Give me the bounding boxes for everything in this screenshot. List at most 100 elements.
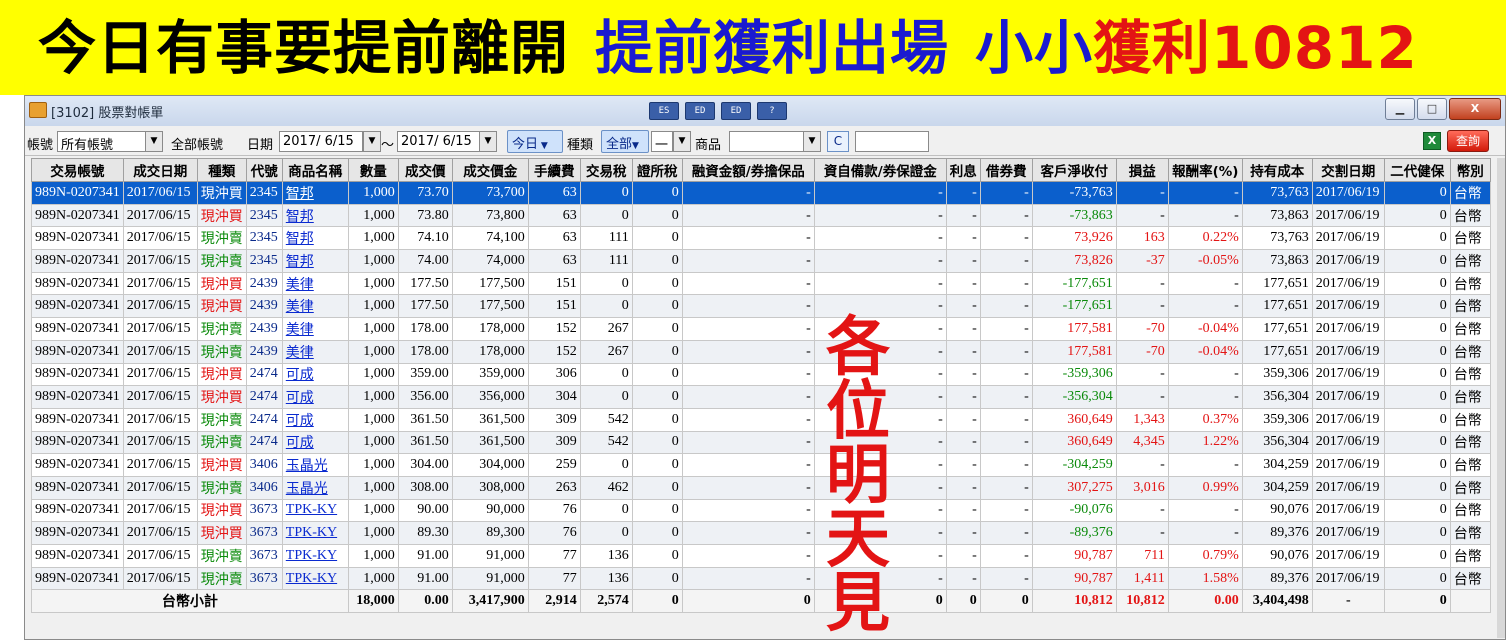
- table-cell[interactable]: 智邦: [281, 181, 349, 205]
- product-code-input[interactable]: [855, 131, 929, 152]
- layout-button-1-label: ES: [658, 106, 670, 116]
- maximize-button[interactable]: □: [1417, 98, 1447, 120]
- table-cell[interactable]: 美律: [281, 271, 349, 296]
- column-header[interactable]: 成交日期: [122, 158, 198, 182]
- table-cell[interactable]: 玉晶光: [281, 453, 349, 477]
- column-header[interactable]: 客戶淨收付: [1031, 158, 1117, 182]
- table-cell: 989N-0207341: [31, 271, 124, 296]
- table-row[interactable]: 989N-0207341 2017/06/15 現沖賣 2345 智邦 1,000 74.1…: [31, 226, 1491, 251]
- table-row[interactable]: 989N-0207341 2017/06/15 現沖賣 2474 可成 1,000 361.…: [31, 430, 1491, 455]
- table-cell[interactable]: 美律: [281, 339, 349, 364]
- table-cell: 2017/06/19: [1311, 430, 1385, 455]
- table-cell[interactable]: 智邦: [281, 226, 349, 251]
- c-button[interactable]: C: [827, 131, 849, 152]
- column-header[interactable]: 商品名稱: [281, 158, 349, 182]
- sub-type-select[interactable]: 一: [651, 131, 673, 152]
- table-row[interactable]: 989N-0207341 2017/06/15 現沖賣 2439 美律 1,000 178.…: [31, 339, 1491, 364]
- table-cell[interactable]: TPK-KY: [281, 498, 349, 523]
- column-header[interactable]: 利息: [945, 158, 981, 182]
- table-cell[interactable]: 玉晶光: [281, 475, 349, 500]
- help-button[interactable]: ?: [757, 102, 787, 120]
- table-cell[interactable]: TPK-KY: [281, 521, 349, 545]
- table-row[interactable]: 989N-0207341 2017/06/15 現沖賣 2439 美律 1,000 178.…: [31, 317, 1491, 341]
- table-row[interactable]: 989N-0207341 2017/06/15 現沖賣 2345 智邦 1,000 74.0…: [31, 249, 1491, 273]
- column-header[interactable]: 借券費: [979, 158, 1033, 182]
- table-cell: -: [681, 294, 815, 319]
- today-button[interactable]: 今日 ▼: [507, 130, 563, 153]
- sub-type-dropdown-icon[interactable]: ▼: [673, 131, 691, 152]
- table-cell[interactable]: TPK-KY: [281, 566, 349, 591]
- excel-icon[interactable]: X: [1423, 132, 1441, 150]
- date-to-input[interactable]: 2017/ 6/15: [397, 131, 481, 152]
- column-header[interactable]: 交割日期: [1311, 158, 1385, 182]
- type-select[interactable]: 全部▼: [601, 130, 649, 153]
- table-cell[interactable]: 美律: [281, 294, 349, 319]
- table-cell: 989N-0207341: [31, 544, 124, 568]
- table-row[interactable]: 989N-0207341 2017/06/15 現沖賣 3673 TPK-KY 1,000…: [31, 566, 1491, 591]
- column-header[interactable]: 損益: [1115, 158, 1169, 182]
- table-cell[interactable]: 可成: [281, 385, 349, 409]
- vertical-scrollbar[interactable]: [1497, 158, 1505, 638]
- table-row[interactable]: 989N-0207341 2017/06/15 現沖賣 2474 可成 1,000 361.…: [31, 407, 1491, 432]
- account-select[interactable]: 所有帳號: [57, 131, 157, 152]
- column-header[interactable]: 交易帳號: [31, 158, 124, 182]
- table-row[interactable]: 989N-0207341 2017/06/15 現沖賣 3673 TPK-KY 1,000…: [31, 544, 1491, 568]
- date-to-dropdown-icon[interactable]: ▼: [479, 131, 497, 152]
- table-cell: 177,651: [1241, 317, 1313, 341]
- close-button[interactable]: X: [1449, 98, 1501, 120]
- table-cell: -: [979, 317, 1033, 341]
- column-header[interactable]: 資自備款/券保證金: [813, 158, 947, 182]
- layout-button-2[interactable]: ED: [685, 102, 715, 120]
- column-header[interactable]: 持有成本: [1241, 158, 1313, 182]
- column-header[interactable]: 融資金額/券擔保品: [681, 158, 815, 182]
- table-row[interactable]: 989N-0207341 2017/06/15 現沖買 2439 美律 1,000 177.…: [31, 294, 1491, 319]
- table-row[interactable]: 989N-0207341 2017/06/15 現沖買 2345 智邦 1,000 73.8…: [31, 203, 1491, 228]
- table-cell[interactable]: TPK-KY: [281, 544, 349, 568]
- column-header[interactable]: 成交價金: [451, 158, 529, 182]
- table-cell[interactable]: 可成: [281, 362, 349, 387]
- table-row[interactable]: 989N-0207341 2017/06/15 現沖買 2439 美律 1,000 177.…: [31, 271, 1491, 296]
- column-header[interactable]: 二代健保: [1383, 158, 1451, 182]
- column-header[interactable]: 報酬率(%): [1167, 158, 1243, 182]
- column-header[interactable]: 數量: [347, 158, 399, 182]
- table-row[interactable]: 989N-0207341 2017/06/15 現沖買 2474 可成 1,000 356.…: [31, 385, 1491, 409]
- table-cell[interactable]: 可成: [281, 430, 349, 455]
- table-row[interactable]: 989N-0207341 2017/06/15 現沖買 3673 TPK-KY 1,000…: [31, 521, 1491, 545]
- table-row[interactable]: 989N-0207341 2017/06/15 現沖買 3673 TPK-KY 1,000…: [31, 498, 1491, 523]
- table-cell: 0: [631, 271, 683, 296]
- table-cell: 263: [527, 475, 581, 500]
- column-header[interactable]: 幣別: [1449, 158, 1491, 182]
- query-button[interactable]: 查詢: [1447, 130, 1489, 152]
- layout-button-3[interactable]: ED: [721, 102, 751, 120]
- table-cell: -: [979, 226, 1033, 251]
- table-cell[interactable]: 可成: [281, 407, 349, 432]
- table-cell[interactable]: 智邦: [281, 203, 349, 228]
- account-dropdown-icon[interactable]: ▼: [145, 131, 163, 152]
- column-header[interactable]: 交易稅: [579, 158, 633, 182]
- date-from-dropdown-icon[interactable]: ▼: [363, 131, 381, 152]
- column-header[interactable]: 證所稅: [631, 158, 683, 182]
- table-cell[interactable]: 智邦: [281, 249, 349, 273]
- layout-button-1[interactable]: ES: [649, 102, 679, 120]
- table-cell: 989N-0207341: [31, 226, 124, 251]
- column-header[interactable]: 成交價: [397, 158, 453, 182]
- table-row[interactable]: 989N-0207341 2017/06/15 現沖買 2345 智邦 1,000 73.7…: [31, 181, 1491, 205]
- window-titlebar[interactable]: [3102] 股票對帳單 ES ED ED ? ▁ □ X: [25, 96, 1505, 126]
- table-row[interactable]: 989N-0207341 2017/06/15 現沖賣 3406 玉晶光 1,000 308…: [31, 475, 1491, 500]
- table-cell: 2017/06/15: [122, 521, 198, 545]
- column-header[interactable]: 代號: [245, 158, 283, 182]
- table-cell: 0: [631, 475, 683, 500]
- column-header[interactable]: 手續費: [527, 158, 581, 182]
- minimize-button[interactable]: ▁: [1385, 98, 1415, 120]
- table-row[interactable]: 989N-0207341 2017/06/15 現沖買 3406 玉晶光 1,000 304…: [31, 453, 1491, 477]
- table-cell: 2017/06/19: [1311, 203, 1385, 228]
- table-cell: -70: [1115, 339, 1169, 364]
- table-cell: 356,304: [1241, 430, 1313, 455]
- table-cell: 2017/06/15: [122, 294, 198, 319]
- column-header[interactable]: 種類: [196, 158, 247, 182]
- table-cell: -73,863: [1031, 203, 1117, 228]
- table-row[interactable]: 989N-0207341 2017/06/15 現沖買 2474 可成 1,000 359.…: [31, 362, 1491, 387]
- date-from-input[interactable]: 2017/ 6/15: [279, 131, 363, 152]
- product-dropdown-icon[interactable]: ▼: [803, 131, 821, 152]
- table-cell[interactable]: 美律: [281, 317, 349, 341]
